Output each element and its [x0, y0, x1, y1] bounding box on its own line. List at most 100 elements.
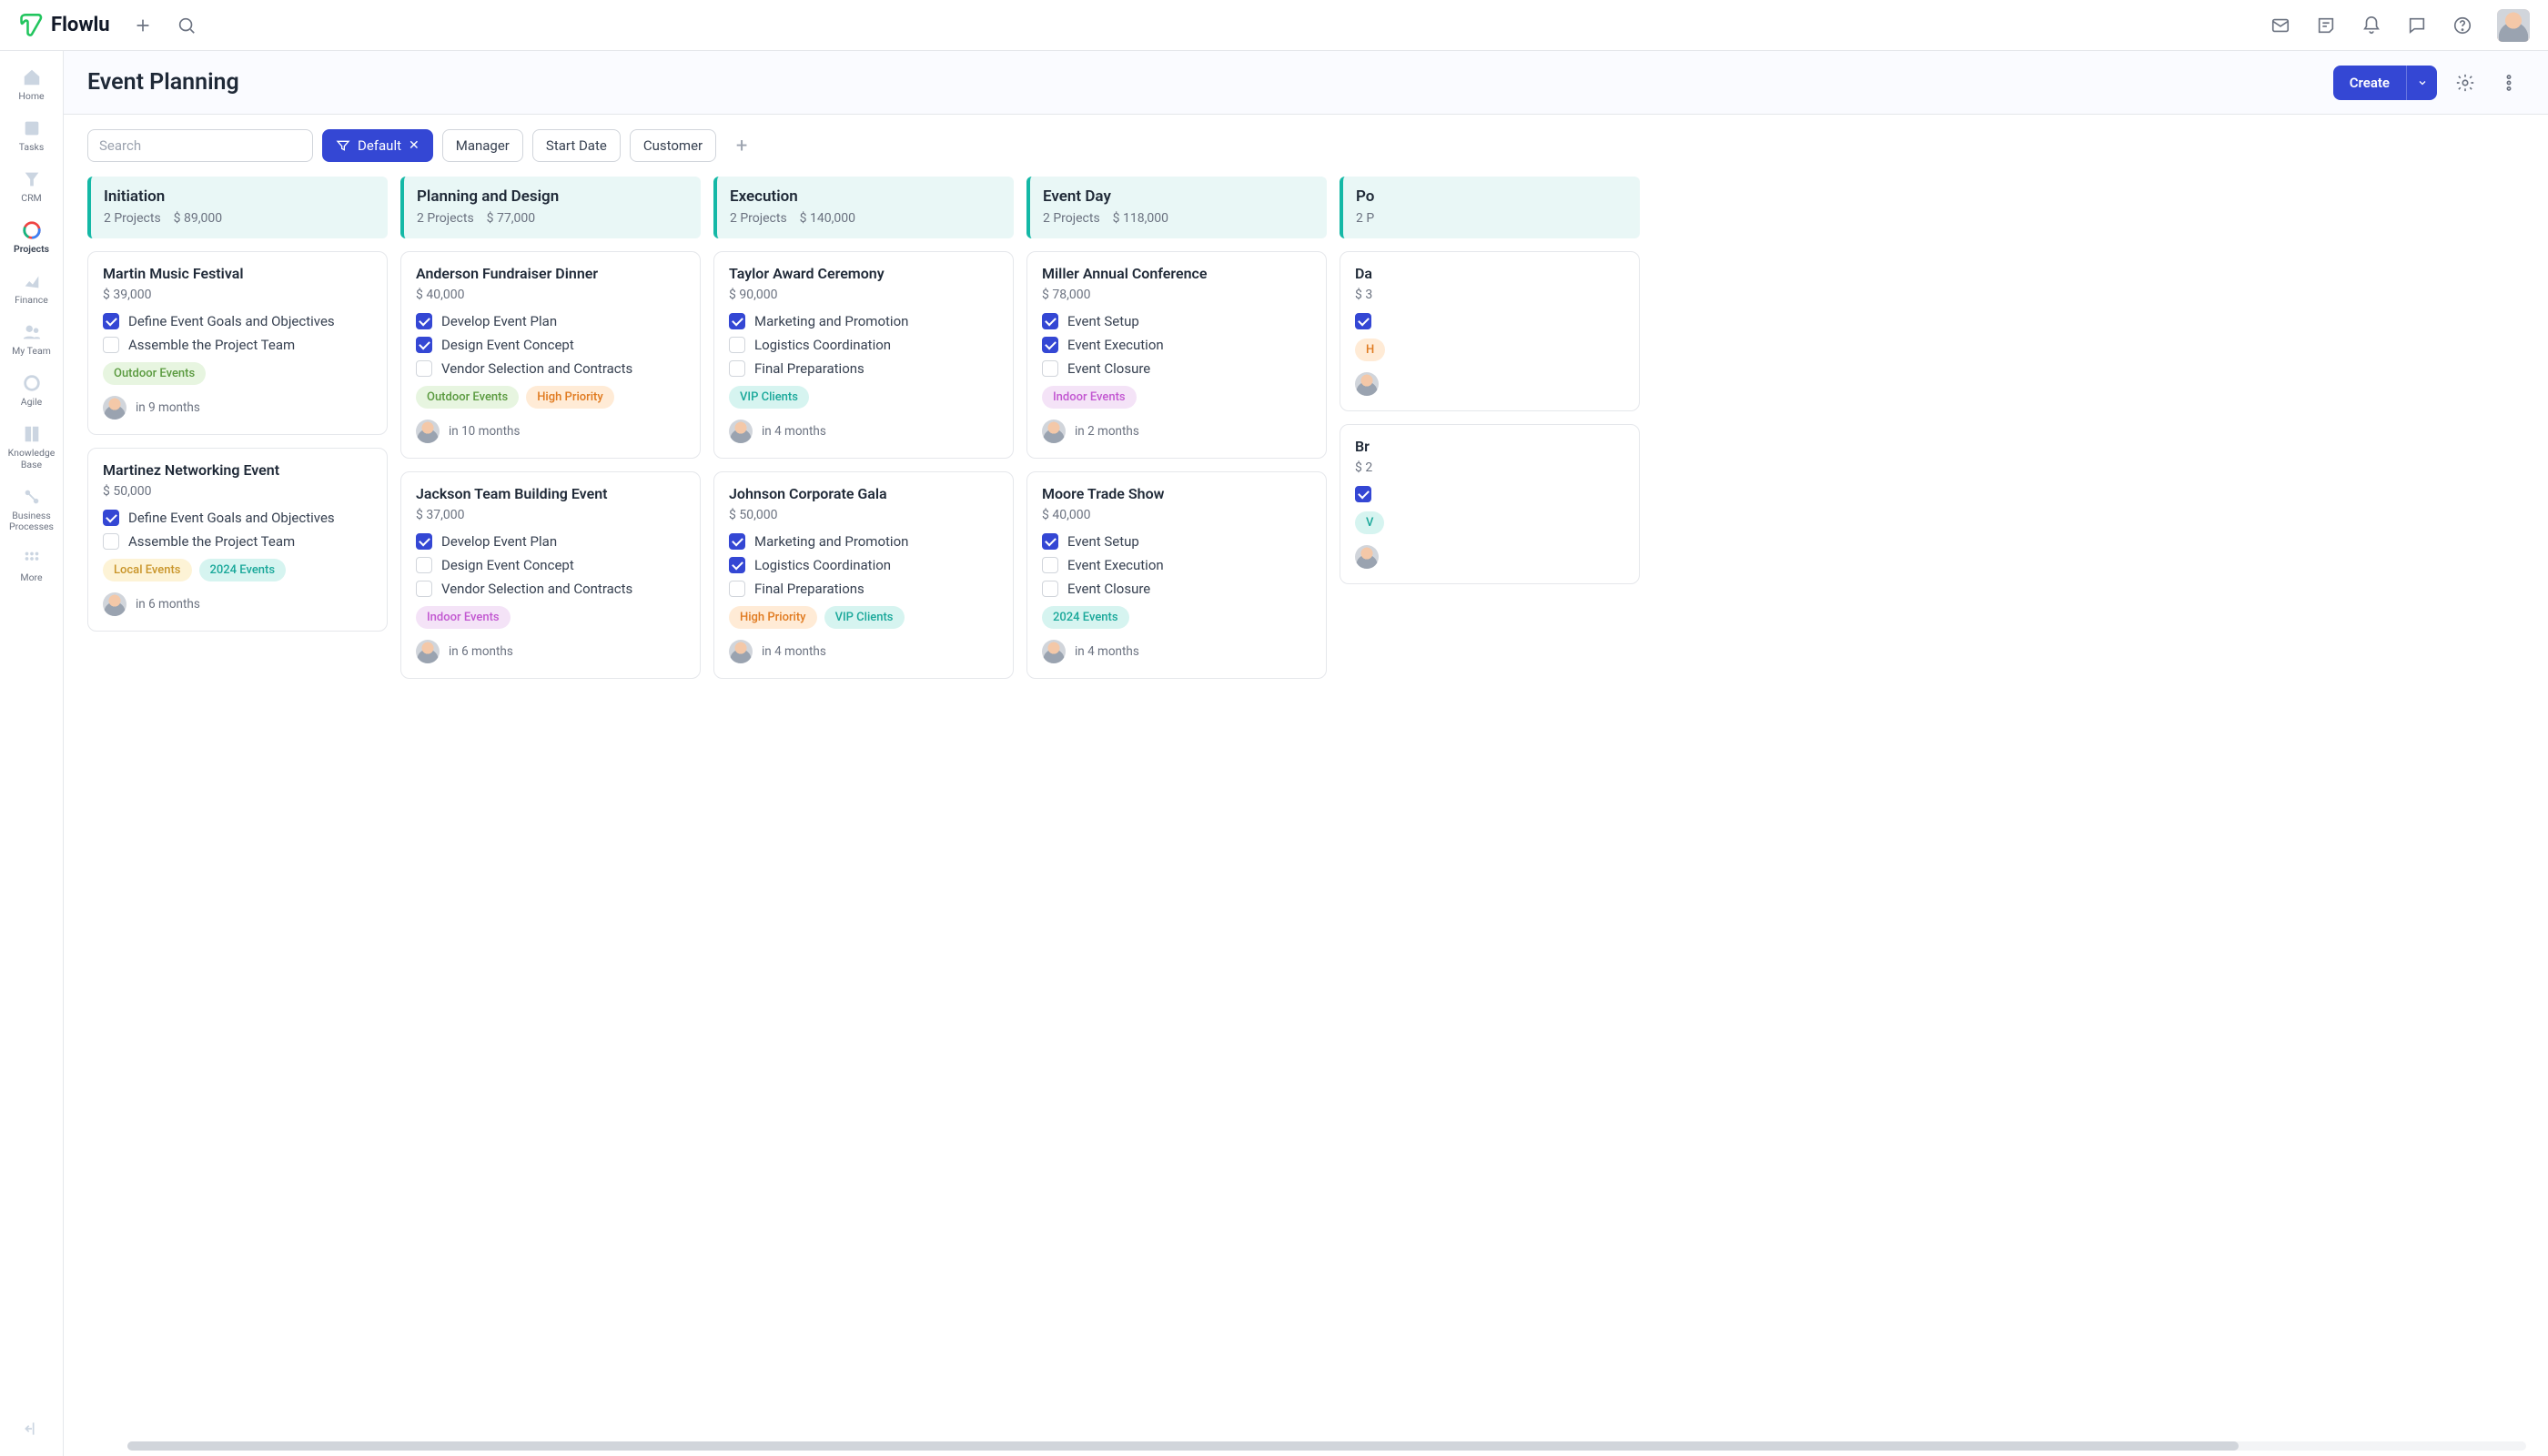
sidebar-item-finance[interactable]: Finance	[5, 266, 59, 311]
notes-icon[interactable]	[2315, 15, 2337, 36]
task-row[interactable]: Develop Event Plan	[416, 533, 685, 550]
sidebar-item-more[interactable]: More	[5, 543, 59, 589]
checkbox[interactable]	[416, 313, 432, 329]
tag[interactable]: VIP Clients	[729, 386, 809, 409]
checkbox[interactable]	[729, 337, 745, 353]
tag[interactable]: Indoor Events	[416, 606, 511, 629]
task-row[interactable]: Define Event Goals and Objectives	[103, 510, 372, 526]
tag[interactable]: 2024 Events	[199, 559, 287, 581]
assignee-avatar[interactable]	[416, 640, 440, 663]
task-row[interactable]	[1355, 313, 1624, 329]
task-row[interactable]: Develop Event Plan	[416, 313, 685, 329]
tag[interactable]: V	[1355, 511, 1384, 534]
task-row[interactable]: Design Event Concept	[416, 337, 685, 353]
task-row[interactable]: Event Closure	[1042, 581, 1311, 597]
mail-icon[interactable]	[2270, 15, 2291, 36]
sidebar-item-agile[interactable]: Agile	[5, 368, 59, 413]
create-dropdown[interactable]	[2406, 66, 2437, 100]
sidebar-item-projects[interactable]: Projects	[5, 215, 59, 260]
checkbox[interactable]	[1042, 533, 1058, 550]
checkbox[interactable]	[1042, 557, 1058, 573]
search-icon[interactable]	[176, 15, 197, 36]
tag[interactable]: VIP Clients	[824, 606, 905, 629]
tag[interactable]: Outdoor Events	[416, 386, 519, 409]
checkbox[interactable]	[729, 557, 745, 573]
checkbox[interactable]	[103, 533, 119, 550]
project-card[interactable]: Da$ 3H	[1340, 251, 1640, 411]
task-row[interactable]: Event Closure	[1042, 360, 1311, 377]
filter-chip-customer[interactable]: Customer	[630, 129, 716, 162]
project-card[interactable]: Martinez Networking Event$ 50,000Define …	[87, 448, 388, 632]
checkbox[interactable]	[416, 533, 432, 550]
user-avatar[interactable]	[2497, 9, 2530, 42]
add-filter-button[interactable]: +	[725, 129, 758, 162]
sidebar-collapse[interactable]	[5, 1414, 59, 1443]
checkbox[interactable]	[103, 510, 119, 526]
checkbox[interactable]	[416, 557, 432, 573]
assignee-avatar[interactable]	[1042, 420, 1066, 443]
checkbox[interactable]	[1042, 581, 1058, 597]
more-icon[interactable]	[2493, 67, 2524, 98]
sidebar-item-bp[interactable]: Business Processes	[5, 481, 59, 538]
task-row[interactable]: Design Event Concept	[416, 557, 685, 573]
tag[interactable]: High Priority	[729, 606, 817, 629]
task-row[interactable]: Assemble the Project Team	[103, 337, 372, 353]
close-icon[interactable]: ✕	[409, 138, 420, 153]
filter-chip-manager[interactable]: Manager	[442, 129, 523, 162]
checkbox[interactable]	[729, 581, 745, 597]
filter-active[interactable]: Default ✕	[322, 129, 433, 162]
new-icon[interactable]	[132, 15, 154, 36]
project-card[interactable]: Jackson Team Building Event$ 37,000Devel…	[400, 471, 701, 679]
task-row[interactable]: Event Execution	[1042, 337, 1311, 353]
help-icon[interactable]	[2452, 15, 2473, 36]
task-row[interactable]: Vendor Selection and Contracts	[416, 360, 685, 377]
column-header[interactable]: Planning and Design2 Projects$ 77,000	[400, 177, 701, 238]
tag[interactable]: Outdoor Events	[103, 362, 206, 385]
task-row[interactable]: Assemble the Project Team	[103, 533, 372, 550]
sidebar-item-myteam[interactable]: My Team	[5, 317, 59, 362]
task-row[interactable]: Logistics Coordination	[729, 337, 998, 353]
tag[interactable]: High Priority	[526, 386, 614, 409]
sidebar-item-home[interactable]: Home	[5, 62, 59, 107]
chat-icon[interactable]	[2406, 15, 2428, 36]
checkbox[interactable]	[103, 313, 119, 329]
checkbox[interactable]	[1355, 313, 1371, 329]
task-row[interactable]: Vendor Selection and Contracts	[416, 581, 685, 597]
tag[interactable]: 2024 Events	[1042, 606, 1129, 629]
assignee-avatar[interactable]	[729, 420, 753, 443]
project-card[interactable]: Johnson Corporate Gala$ 50,000Marketing …	[713, 471, 1014, 679]
filter-chip-start-date[interactable]: Start Date	[532, 129, 621, 162]
assignee-avatar[interactable]	[1355, 372, 1379, 396]
checkbox[interactable]	[1042, 337, 1058, 353]
column-header[interactable]: Event Day2 Projects$ 118,000	[1026, 177, 1327, 238]
checkbox[interactable]	[729, 533, 745, 550]
task-row[interactable]	[1355, 486, 1624, 502]
tag[interactable]: H	[1355, 339, 1385, 361]
tag[interactable]: Local Events	[103, 559, 192, 581]
sidebar-item-tasks[interactable]: Tasks	[5, 113, 59, 158]
checkbox[interactable]	[1042, 360, 1058, 377]
settings-icon[interactable]	[2450, 67, 2481, 98]
sidebar-item-kb[interactable]: Knowledge Base	[5, 419, 59, 475]
project-card[interactable]: Br$ 2V	[1340, 424, 1640, 584]
task-row[interactable]: Marketing and Promotion	[729, 313, 998, 329]
checkbox[interactable]	[416, 360, 432, 377]
assignee-avatar[interactable]	[103, 396, 126, 420]
task-row[interactable]: Marketing and Promotion	[729, 533, 998, 550]
checkbox[interactable]	[1355, 486, 1371, 502]
assignee-avatar[interactable]	[416, 420, 440, 443]
board-scroll[interactable]: Initiation2 Projects$ 89,000 Martin Music…	[64, 171, 2548, 1441]
assignee-avatar[interactable]	[729, 640, 753, 663]
assignee-avatar[interactable]	[1355, 545, 1379, 569]
task-row[interactable]: Event Setup	[1042, 313, 1311, 329]
column-header[interactable]: Initiation2 Projects$ 89,000	[87, 177, 388, 238]
checkbox[interactable]	[729, 313, 745, 329]
project-card[interactable]: Martin Music Festival$ 39,000Define Even…	[87, 251, 388, 435]
column-header[interactable]: Execution2 Projects$ 140,000	[713, 177, 1014, 238]
horizontal-scrollbar[interactable]	[127, 1441, 2526, 1451]
task-row[interactable]: Event Execution	[1042, 557, 1311, 573]
task-row[interactable]: Define Event Goals and Objectives	[103, 313, 372, 329]
logo[interactable]: Flowlu	[18, 13, 110, 38]
task-row[interactable]: Event Setup	[1042, 533, 1311, 550]
assignee-avatar[interactable]	[1042, 640, 1066, 663]
